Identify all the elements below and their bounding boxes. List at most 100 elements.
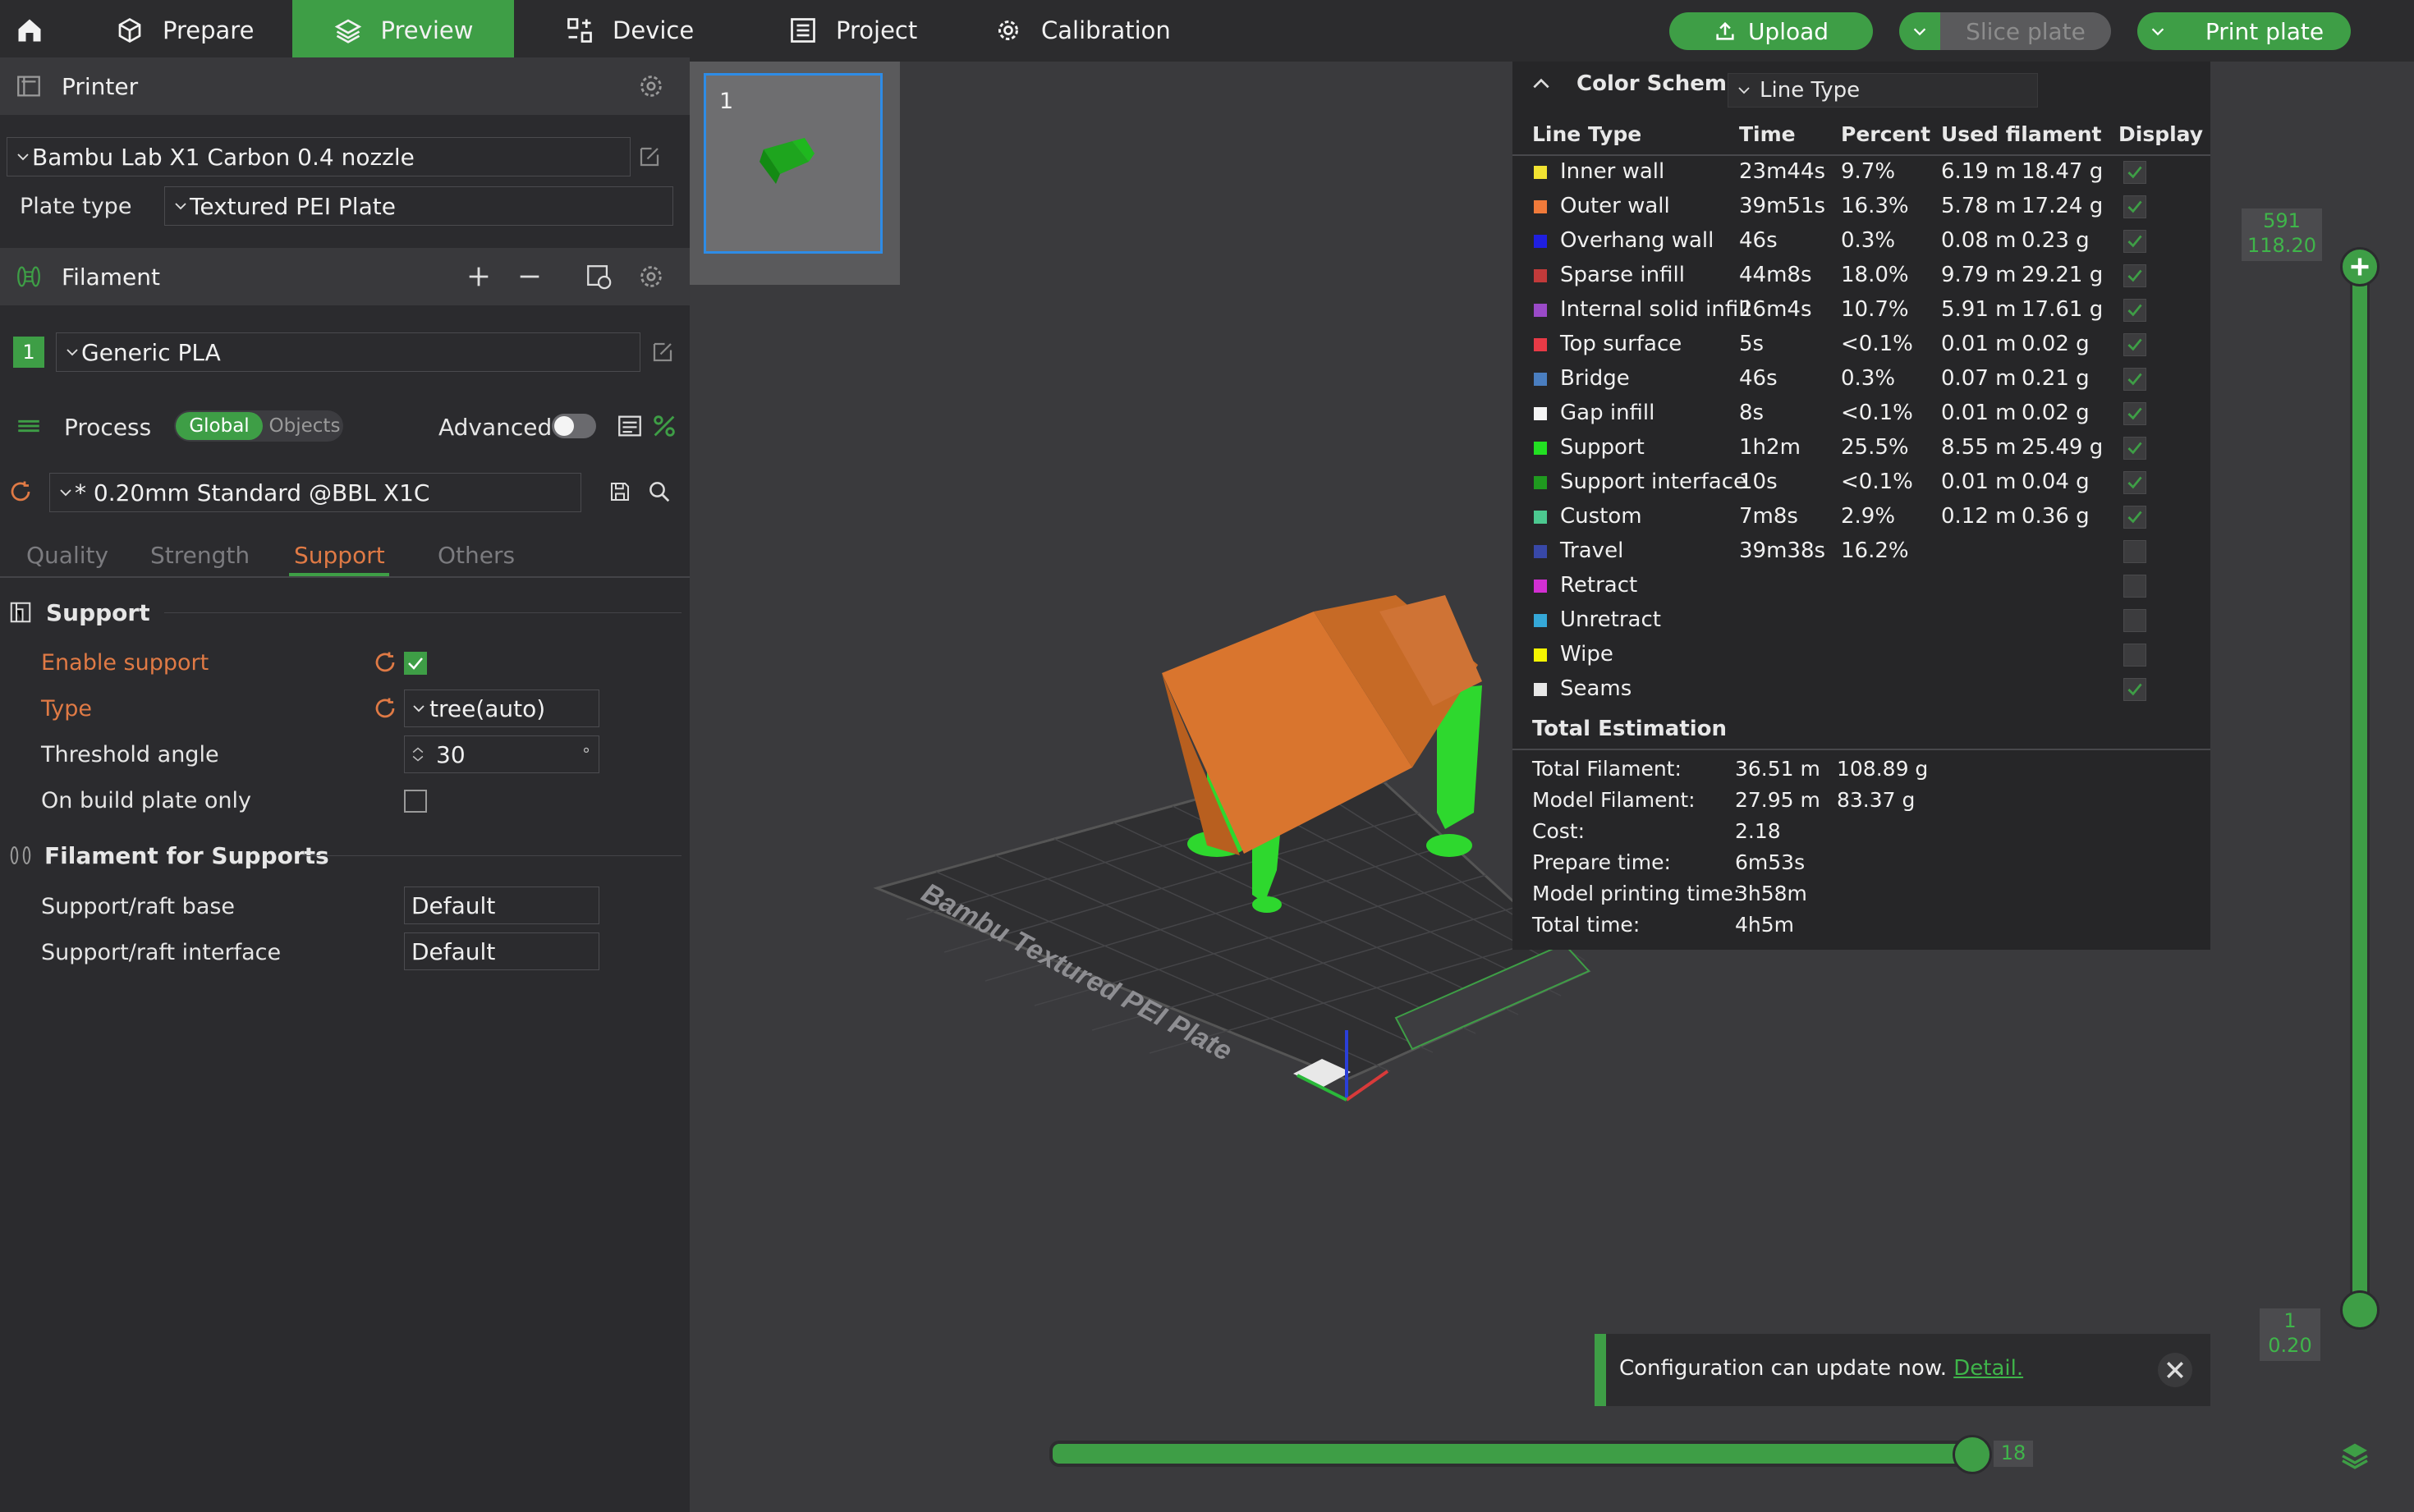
reset-process-icon[interactable]: [8, 479, 33, 504]
edit-printer-icon[interactable]: [637, 144, 662, 169]
legend-line-type-name: Support: [1560, 435, 1645, 460]
filament-settings-gear-icon[interactable]: [637, 263, 665, 291]
params-list-icon[interactable]: [616, 412, 644, 440]
list-icon: [791, 17, 815, 43]
legend-line-type-name: Top surface: [1560, 332, 1682, 356]
tab-preview[interactable]: Preview: [292, 0, 514, 60]
add-filament-icon[interactable]: [465, 263, 493, 291]
remove-filament-icon[interactable]: [516, 263, 544, 291]
printer-settings-gear-icon[interactable]: [637, 72, 665, 100]
legend-line-type-name: Gap infill: [1560, 401, 1655, 425]
legend-used-length: 0.12 m: [1941, 504, 2017, 529]
cube-icon: [118, 17, 141, 43]
moves-slider-handle[interactable]: [1953, 1435, 1992, 1474]
display-checkbox[interactable]: [2123, 609, 2146, 632]
legend-used-weight: 29.21 g: [2022, 263, 2104, 287]
top-layer-handle[interactable]: [2340, 247, 2380, 286]
support-interface-select[interactable]: Default: [404, 932, 599, 970]
process-profile-select[interactable]: * 0.20mm Standard @BBL X1C: [49, 473, 581, 512]
process-title: Process: [64, 414, 152, 441]
tab-preview-label: Preview: [380, 16, 474, 44]
slice-plate-button[interactable]: Slice plate: [1940, 12, 2111, 50]
save-profile-icon[interactable]: [608, 479, 632, 504]
edit-filament-icon[interactable]: [650, 340, 675, 364]
filament-slot-badge[interactable]: 1: [13, 337, 44, 368]
legend-percent: 25.5%: [1841, 435, 1909, 460]
global-objects-toggle[interactable]: Global Objects: [174, 410, 343, 442]
printer-select[interactable]: Bambu Lab X1 Carbon 0.4 nozzle: [7, 137, 631, 176]
advanced-toggle[interactable]: [552, 414, 596, 438]
checkmark-icon: [2127, 235, 2142, 248]
tab-calibration[interactable]: Calibration: [994, 0, 1171, 60]
upload-button[interactable]: Upload: [1669, 12, 1873, 50]
support-type-select[interactable]: tree(auto): [404, 690, 599, 727]
search-icon[interactable]: [647, 479, 672, 504]
tab-prepare-label: Prepare: [163, 16, 255, 44]
display-checkbox[interactable]: [2123, 678, 2146, 701]
spin-arrows-icon[interactable]: [410, 741, 426, 767]
display-checkbox[interactable]: [2123, 161, 2146, 184]
global-option[interactable]: Global: [176, 412, 263, 440]
process-profile-name: * 0.20mm Standard @BBL X1C: [75, 479, 430, 506]
tab-others[interactable]: Others: [438, 542, 515, 569]
tab-quality[interactable]: Quality: [26, 542, 108, 569]
color-scheme-select[interactable]: Line Type: [1728, 73, 2038, 108]
tab-prepare[interactable]: Prepare: [115, 0, 254, 60]
build-plate-only-checkbox[interactable]: [404, 790, 427, 813]
display-checkbox[interactable]: [2123, 506, 2146, 529]
plate-type-label: Plate type: [20, 194, 132, 219]
display-checkbox[interactable]: [2123, 299, 2146, 322]
support-base-select[interactable]: Default: [404, 887, 599, 924]
display-checkbox[interactable]: [2123, 644, 2146, 667]
slice-dropdown-button[interactable]: [1899, 12, 1940, 50]
layer-slider[interactable]: [2350, 266, 2370, 1313]
print-dropdown-button[interactable]: [2137, 12, 2178, 50]
display-checkbox[interactable]: [2123, 540, 2146, 563]
chevron-down-icon: [60, 489, 71, 497]
moves-slider[interactable]: [1049, 1441, 1972, 1467]
objects-option[interactable]: Objects: [266, 412, 343, 440]
display-checkbox[interactable]: [2123, 437, 2146, 460]
filament-name: Generic PLA: [81, 338, 221, 366]
display-checkbox[interactable]: [2123, 333, 2146, 356]
bottom-layer-handle[interactable]: [2340, 1290, 2380, 1330]
display-checkbox[interactable]: [2123, 264, 2146, 287]
display-checkbox[interactable]: [2123, 471, 2146, 494]
enable-support-checkbox[interactable]: [404, 652, 427, 675]
checkmark-icon: [2127, 373, 2142, 386]
display-checkbox[interactable]: [2123, 575, 2146, 598]
layers-view-icon[interactable]: [2338, 1438, 2371, 1471]
legend-line-type-name: Unretract: [1560, 607, 1661, 632]
tab-device[interactable]: Device: [565, 0, 694, 60]
close-notification-button[interactable]: [2158, 1353, 2192, 1387]
display-checkbox[interactable]: [2123, 230, 2146, 253]
print-plate-button[interactable]: Print plate: [2178, 12, 2351, 50]
estimation-value-secondary: 83.37 g: [1837, 788, 1916, 812]
collapse-chevron-up-icon[interactable]: [1531, 73, 1552, 94]
tab-strength[interactable]: Strength: [150, 542, 250, 569]
legend-swatch: [1534, 304, 1547, 317]
legend-row: Overhang wall 46s 0.3% 0.08 m 0.23 g: [1512, 225, 2210, 259]
legend-row: Support 1h2m 25.5% 8.55 m 25.49 g: [1512, 432, 2210, 466]
plate-number: 1: [719, 89, 734, 114]
threshold-angle-stepper[interactable]: 30 °: [404, 735, 599, 773]
estimation-value-secondary: 108.89 g: [1837, 757, 1929, 781]
display-checkbox[interactable]: [2123, 368, 2146, 391]
reset-support-type-icon[interactable]: [373, 696, 397, 721]
legend-percent: <0.1%: [1841, 470, 1913, 494]
filament-select[interactable]: Generic PLA: [56, 332, 640, 372]
tab-support[interactable]: Support: [294, 542, 385, 569]
filament-sync-icon[interactable]: [585, 263, 613, 291]
reset-enable-support-icon[interactable]: [373, 650, 397, 675]
legend-percent: <0.1%: [1841, 401, 1913, 425]
notification-detail-link[interactable]: Detail.: [1953, 1356, 2023, 1381]
home-button[interactable]: [15, 0, 44, 60]
display-checkbox[interactable]: [2123, 402, 2146, 425]
tabs-divider: [0, 576, 690, 578]
plate-type-select[interactable]: Textured PEI Plate: [164, 186, 673, 226]
legend-used-length: 9.79 m: [1941, 263, 2017, 287]
top-layer-number: 591: [2263, 209, 2301, 232]
display-checkbox[interactable]: [2123, 195, 2146, 218]
tab-project[interactable]: Project: [788, 0, 917, 60]
compare-icon[interactable]: [650, 412, 678, 440]
